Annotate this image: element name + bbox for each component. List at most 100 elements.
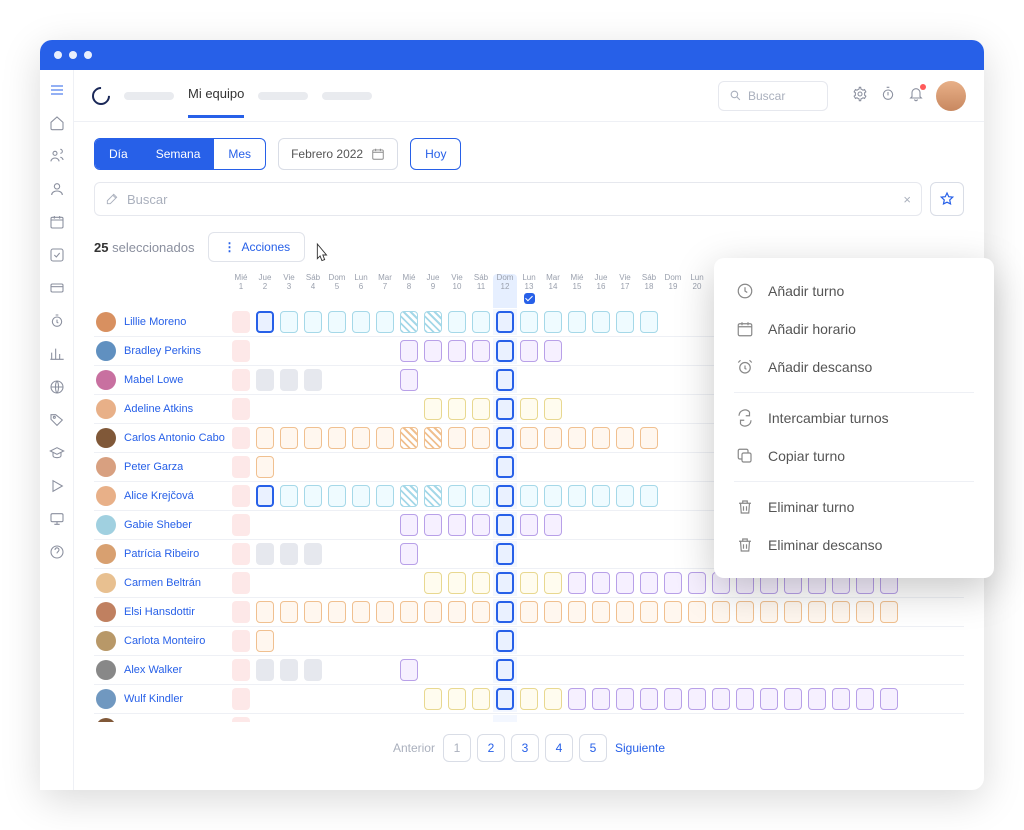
menu-delete-break[interactable]: Eliminar descanso — [714, 526, 994, 564]
shift-cell[interactable] — [493, 396, 517, 422]
shift-cell[interactable] — [469, 657, 493, 683]
shift-cell[interactable] — [589, 454, 613, 480]
shift-cell[interactable] — [253, 628, 277, 654]
shift-cell[interactable] — [733, 715, 757, 722]
shift-cell[interactable] — [373, 396, 397, 422]
shift-cell[interactable] — [517, 454, 541, 480]
user-avatar[interactable] — [936, 81, 966, 111]
employee-avatar[interactable] — [96, 428, 116, 448]
day-header-8[interactable]: Mié8 — [397, 274, 421, 308]
employee-name[interactable]: Bradley Perkins — [124, 345, 201, 357]
monitor-icon[interactable] — [49, 511, 65, 530]
shift-cell[interactable] — [397, 570, 421, 596]
shift-cell[interactable] — [349, 309, 373, 335]
shift-cell[interactable] — [661, 599, 685, 625]
shift-cell[interactable] — [877, 599, 901, 625]
shift-cell[interactable] — [469, 715, 493, 722]
shift-cell[interactable] — [469, 338, 493, 364]
shift-cell[interactable] — [517, 338, 541, 364]
shift-cell[interactable] — [373, 541, 397, 567]
day-header-4[interactable]: Sáb4 — [301, 274, 325, 308]
shift-cell[interactable] — [589, 512, 613, 538]
shift-cell[interactable] — [661, 570, 685, 596]
shift-cell[interactable] — [589, 715, 613, 722]
employee-avatar[interactable] — [96, 660, 116, 680]
shift-cell[interactable] — [541, 599, 565, 625]
shift-cell[interactable] — [517, 657, 541, 683]
shift-cell[interactable] — [541, 512, 565, 538]
employee-name[interactable]: Wulf Kindler — [124, 693, 183, 705]
shift-cell[interactable] — [589, 483, 613, 509]
shift-cell[interactable] — [493, 483, 517, 509]
shift-cell[interactable] — [469, 512, 493, 538]
shift-cell[interactable] — [349, 541, 373, 567]
employee-avatar[interactable] — [96, 544, 116, 564]
shift-cell[interactable] — [877, 686, 901, 712]
shift-cell[interactable] — [661, 512, 685, 538]
shift-cell[interactable] — [325, 483, 349, 509]
shift-cell[interactable] — [565, 454, 589, 480]
shift-cell[interactable] — [805, 628, 829, 654]
employee-name[interactable]: Mabel Lowe — [124, 374, 183, 386]
shift-cell[interactable] — [421, 338, 445, 364]
shift-cell[interactable] — [277, 454, 301, 480]
shift-cell[interactable] — [277, 657, 301, 683]
shift-cell[interactable] — [397, 657, 421, 683]
shift-cell[interactable] — [349, 396, 373, 422]
shift-cell[interactable] — [637, 628, 661, 654]
employee-avatar[interactable] — [96, 399, 116, 419]
shift-cell[interactable] — [541, 309, 565, 335]
shift-cell[interactable] — [325, 512, 349, 538]
shift-cell[interactable] — [373, 715, 397, 722]
shift-cell[interactable] — [373, 309, 397, 335]
chart-icon[interactable] — [49, 346, 65, 365]
shift-cell[interactable] — [493, 367, 517, 393]
shift-cell[interactable] — [445, 541, 469, 567]
shift-cell[interactable] — [445, 512, 469, 538]
employee-avatar[interactable] — [96, 689, 116, 709]
hamburger-icon[interactable] — [49, 82, 65, 101]
shift-cell[interactable] — [613, 309, 637, 335]
shift-cell[interactable] — [637, 570, 661, 596]
shift-cell[interactable] — [421, 715, 445, 722]
shift-cell[interactable] — [685, 454, 709, 480]
shift-cell[interactable] — [877, 657, 901, 683]
day-header-12[interactable]: Dom12 — [493, 274, 517, 308]
help-icon[interactable] — [49, 544, 65, 563]
shift-cell[interactable] — [517, 512, 541, 538]
play-icon[interactable] — [49, 478, 65, 497]
shift-cell[interactable] — [397, 338, 421, 364]
actions-button[interactable]: ⋮ Acciones — [208, 232, 305, 262]
shift-cell[interactable] — [613, 483, 637, 509]
shift-cell[interactable] — [397, 541, 421, 567]
clock-icon[interactable] — [49, 313, 65, 332]
shift-cell[interactable] — [229, 309, 253, 335]
shift-cell[interactable] — [277, 338, 301, 364]
shift-cell[interactable] — [541, 338, 565, 364]
page-2[interactable]: 2 — [477, 734, 505, 762]
tab-placeholder[interactable] — [322, 92, 372, 100]
global-search[interactable]: Buscar — [718, 81, 828, 111]
shift-cell[interactable] — [877, 715, 901, 722]
shift-cell[interactable] — [613, 512, 637, 538]
employee-avatar[interactable] — [96, 486, 116, 506]
filter-search[interactable]: Buscar × — [94, 182, 922, 216]
shift-cell[interactable] — [517, 309, 541, 335]
shift-cell[interactable] — [229, 483, 253, 509]
shift-cell[interactable] — [829, 686, 853, 712]
employee-avatar[interactable] — [96, 718, 116, 722]
shift-cell[interactable] — [661, 483, 685, 509]
shift-cell[interactable] — [853, 686, 877, 712]
menu-add-schedule[interactable]: Añadir horario — [714, 310, 994, 348]
shift-cell[interactable] — [781, 657, 805, 683]
shift-cell[interactable] — [733, 599, 757, 625]
shift-cell[interactable] — [349, 425, 373, 451]
shift-cell[interactable] — [637, 454, 661, 480]
shift-cell[interactable] — [565, 367, 589, 393]
shift-cell[interactable] — [373, 570, 397, 596]
shift-cell[interactable] — [493, 657, 517, 683]
shift-cell[interactable] — [517, 425, 541, 451]
employee-name[interactable]: Adeline Atkins — [124, 403, 193, 415]
shift-cell[interactable] — [325, 686, 349, 712]
shift-cell[interactable] — [685, 657, 709, 683]
